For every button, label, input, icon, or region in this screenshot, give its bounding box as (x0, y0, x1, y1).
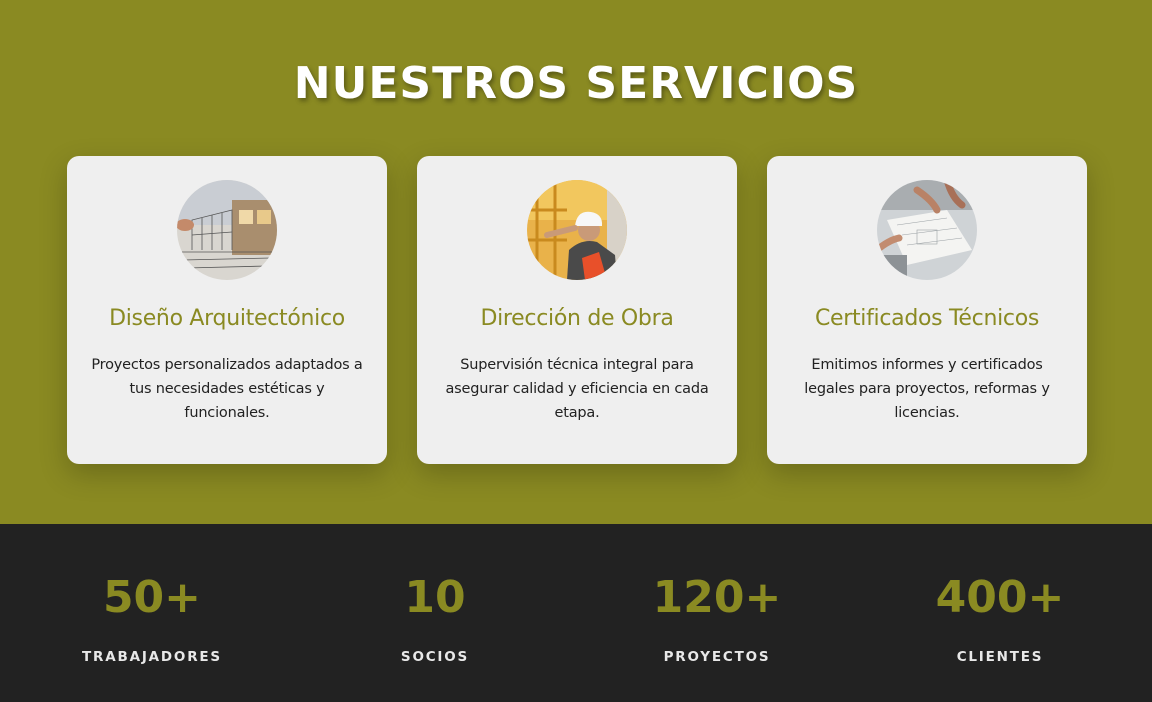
stat-label: TRABAJADORES (82, 649, 222, 665)
services-section: NUESTROS SERVICIOS Diseño Arquitectónico… (0, 0, 1152, 524)
stat-label: CLIENTES (956, 649, 1044, 665)
construction-worker-image (527, 180, 627, 280)
stat-value: 10 (404, 572, 466, 623)
service-card-title: Dirección de Obra (480, 306, 674, 331)
service-card-description: Proyectos personalizados adaptados a tus… (91, 357, 363, 421)
stat-value: 50+ (102, 572, 202, 623)
service-card-description: Supervisión técnica integral para asegur… (445, 357, 709, 421)
architecture-sketch-image (177, 180, 277, 280)
service-card-description: Emitimos informes y certificados legales… (804, 357, 1050, 421)
services-title: NUESTROS SERVICIOS (293, 58, 859, 109)
service-card-title: Certificados Técnicos (814, 306, 1040, 331)
stat-label: PROYECTOS (663, 649, 771, 665)
stat-value: 400+ (935, 572, 1065, 623)
stat-value: 120+ (652, 572, 782, 623)
service-card-site-management: Dirección de Obra Supervisión técnica in… (417, 156, 737, 464)
service-card-title: Diseño Arquitectónico (109, 306, 345, 331)
blueprint-meeting-image (877, 180, 977, 280)
service-card-architectural-design: Diseño Arquitectónico Proyectos personal… (67, 156, 387, 464)
stats-section: 50+ TRABAJADORES 10 SOCIOS 120+ PROYECTO… (0, 524, 1152, 702)
stat-label: SOCIOS (400, 649, 470, 665)
service-card-technical-certificates: Certificados Técnicos Emitimos informes … (767, 156, 1087, 464)
